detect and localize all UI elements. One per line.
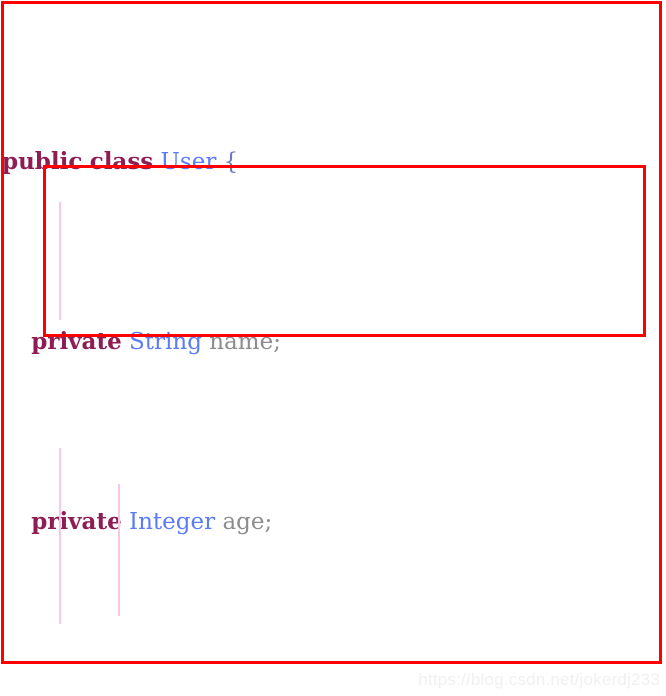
code-line-field-name: private String name; (0, 324, 666, 360)
brace-open: { (223, 149, 239, 175)
code-line-class-declaration: public class User { (0, 144, 666, 180)
java-code-block: public class User { private String name;… (0, 0, 666, 696)
keyword-public: public (2, 148, 83, 175)
watermark-url: https://blog.csdn.net/jokerdj233 (418, 670, 660, 689)
type-integer: Integer (129, 509, 216, 535)
field-age: age (222, 509, 265, 535)
code-screenshot: public class User { private String name;… (0, 0, 666, 696)
type-user: User (160, 149, 217, 175)
semicolon: ; (264, 509, 273, 535)
field-name: name (209, 329, 274, 355)
keyword-class: class (89, 148, 154, 175)
semicolon: ; (273, 329, 281, 355)
code-line-field-age: private Integer age; (0, 504, 666, 540)
keyword-private: private (31, 328, 122, 355)
indent-guide-method (59, 448, 61, 624)
type-string: String (129, 329, 202, 355)
keyword-private: private (31, 508, 122, 535)
indent-guide-constructor (59, 202, 61, 320)
indent-guide-return (118, 484, 120, 616)
